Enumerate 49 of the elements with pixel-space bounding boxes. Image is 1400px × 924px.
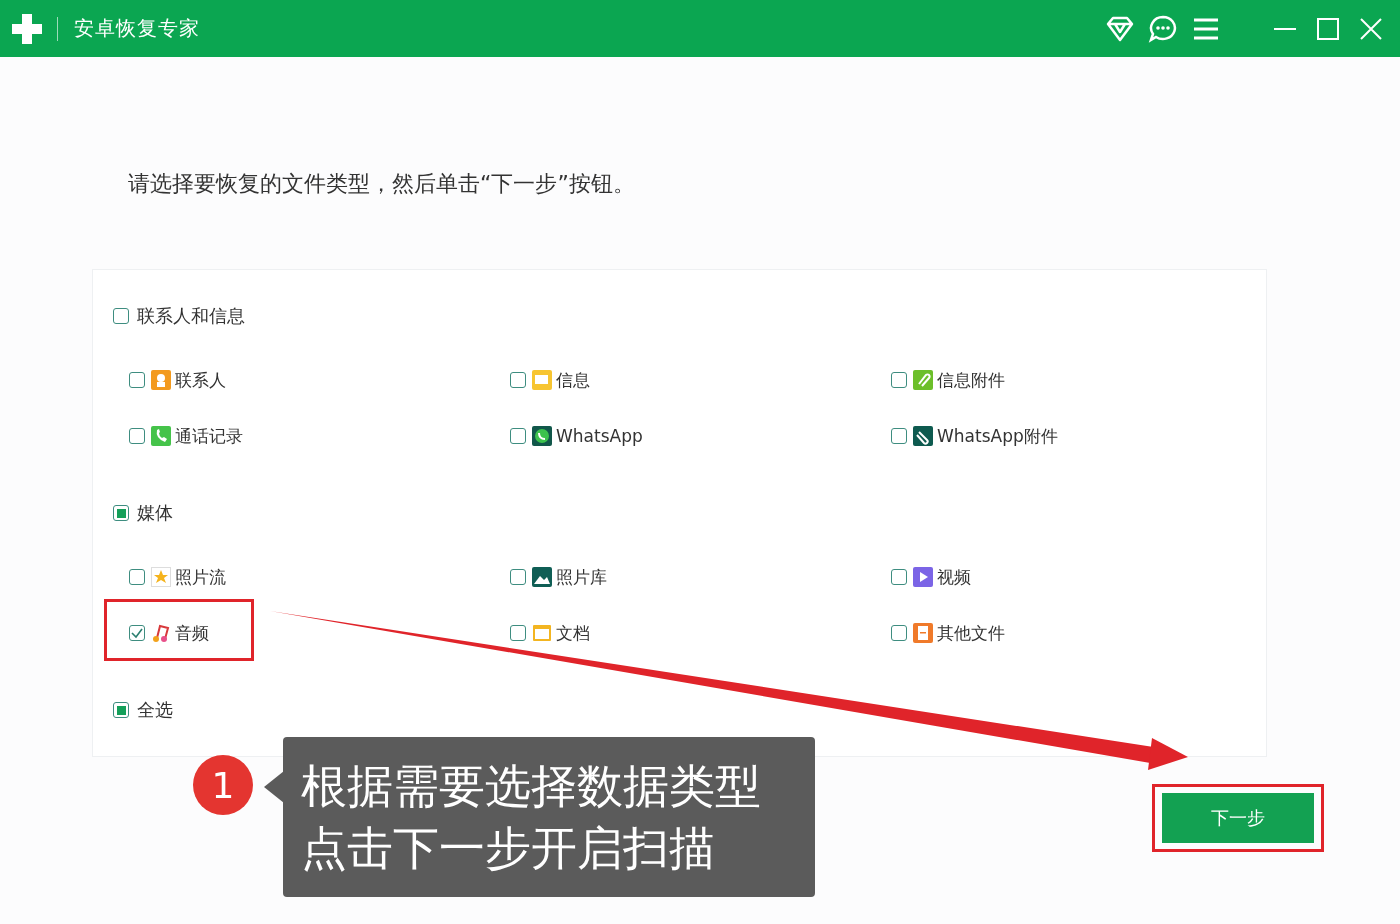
document-icon — [532, 623, 552, 643]
checkbox[interactable] — [510, 372, 526, 388]
callout-text: 点击下一步开启扫描 — [301, 820, 716, 877]
app-logo-icon — [10, 11, 44, 46]
checkbox-label: 联系人和信息 — [137, 304, 245, 328]
paperclip-icon — [913, 426, 933, 446]
checkbox[interactable] — [129, 372, 145, 388]
document-icon — [913, 623, 933, 643]
checkbox[interactable] — [891, 372, 907, 388]
checkbox-label: 照片流 — [175, 565, 226, 589]
checkbox[interactable] — [129, 625, 145, 641]
checkbox-label: 音频 — [175, 621, 209, 645]
chat-bubble-icon — [532, 426, 552, 446]
step-number: 1 — [193, 755, 253, 815]
checkbox[interactable] — [129, 569, 145, 585]
play-icon — [913, 567, 933, 587]
next-button[interactable]: 下一步 — [1162, 793, 1314, 843]
instruction-text: 请选择要恢复的文件类型，然后单击“下一步”按钮。 — [128, 170, 636, 198]
checkbox-label: 视频 — [937, 565, 971, 589]
checkbox-label: WhatsApp附件 — [937, 424, 1058, 448]
chat-icon[interactable] — [1148, 13, 1178, 44]
checkbox[interactable] — [891, 428, 907, 444]
checkbox-label: 文档 — [556, 621, 590, 645]
checkbox-label: 全选 — [137, 698, 173, 722]
checkbox-label: 信息 — [556, 368, 590, 392]
checkbox-label: 信息附件 — [937, 368, 1005, 392]
checkbox[interactable] — [113, 505, 129, 521]
checkbox[interactable] — [510, 625, 526, 641]
checkbox-label: 其他文件 — [937, 621, 1005, 645]
music-note-icon — [151, 623, 171, 643]
image-icon — [532, 567, 552, 587]
checkbox[interactable] — [891, 625, 907, 641]
checkbox[interactable] — [113, 702, 129, 718]
message-icon — [532, 370, 552, 390]
checkbox[interactable] — [891, 569, 907, 585]
phone-icon — [151, 426, 171, 446]
checkbox[interactable] — [510, 428, 526, 444]
checkbox[interactable] — [113, 308, 129, 324]
checkbox[interactable] — [129, 428, 145, 444]
paperclip-icon — [913, 370, 933, 390]
callout-text: 根据需要选择数据类型 — [301, 758, 762, 815]
checkbox-label: 联系人 — [175, 368, 226, 392]
checkbox-label: 通话记录 — [175, 424, 243, 448]
checkbox-label: 照片库 — [556, 565, 607, 589]
checkbox-label: 媒体 — [137, 501, 173, 525]
checkbox-label: WhatsApp — [556, 426, 643, 446]
person-icon — [151, 370, 171, 390]
checkbox[interactable] — [510, 569, 526, 585]
window-title: 安卓恢复专家 — [74, 15, 201, 42]
